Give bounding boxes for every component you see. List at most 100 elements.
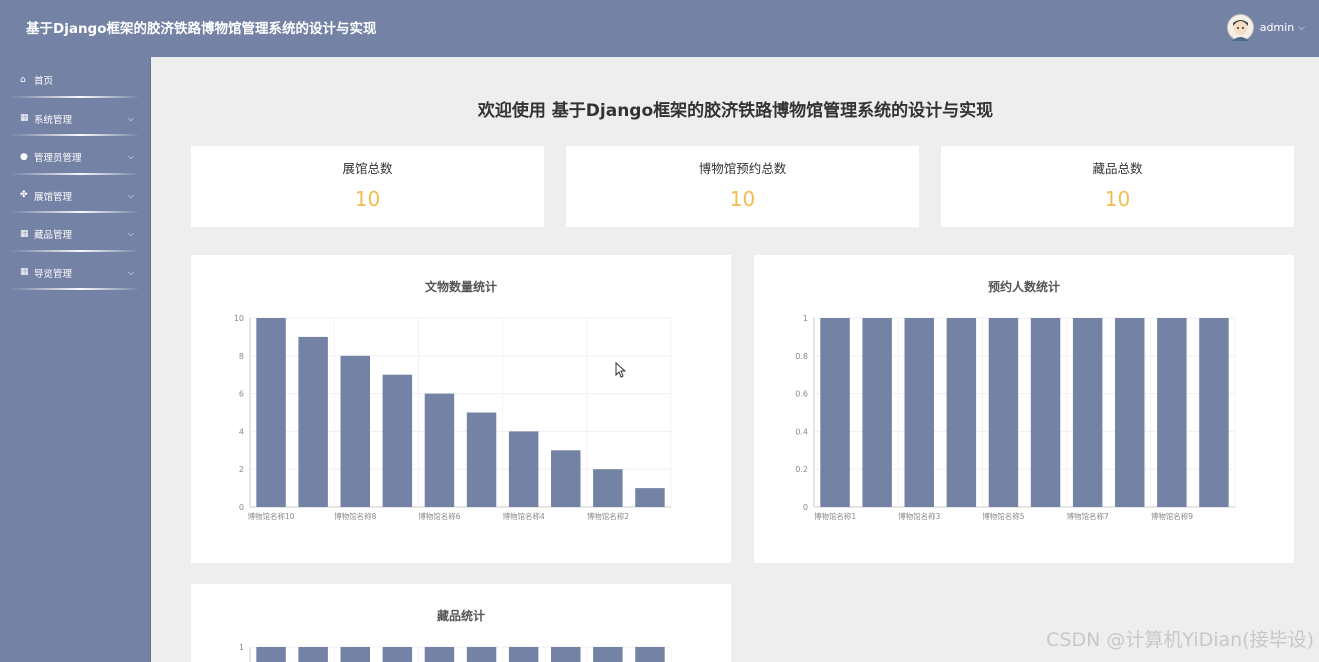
bar	[256, 647, 286, 662]
sidebar-item-home[interactable]: ⌂ 首页	[0, 61, 150, 100]
sidebar-item-label: 管理员管理	[34, 153, 82, 165]
sidebar-item-label: 首页	[34, 76, 54, 88]
x-tick-label: 博物馆名称4	[503, 511, 545, 521]
chart-card-collections: 藏品统计 1	[191, 584, 731, 662]
bar	[424, 393, 455, 507]
stat-label: 展馆总数	[342, 161, 393, 176]
grid-icon: ▦	[20, 113, 29, 124]
x-tick-label: 博物馆名称10	[248, 511, 295, 521]
sidebar-item-admins[interactable]: ● 管理员管理 ⌵	[0, 138, 150, 177]
chevron-down-icon: ⌵	[127, 152, 134, 161]
chart-card-reservations: 预约人数统计 0 0.2 0.4 0.6 0.8 1 博物馆名称1 博物馆名称3 博物馆名称5 博…	[754, 255, 1294, 563]
bar	[466, 412, 497, 507]
bar	[424, 647, 455, 662]
bar	[551, 450, 581, 507]
avatar[interactable]	[1226, 14, 1254, 41]
y-tick-label: 8	[239, 352, 244, 361]
stat-card-halls: 展馆总数 10	[191, 146, 544, 227]
y-tick-label: 0.2	[795, 465, 808, 474]
stat-card-reservations: 博物馆预约总数 10	[566, 146, 919, 227]
chevron-down-icon: ⌵	[1298, 22, 1305, 33]
chart-card-artifacts: 文物数量统计 0 2 4 6 8 10 博物馆名称10 博物馆名称8 博物馆名称6 博物馆名称4 博…	[191, 255, 731, 563]
y-tick-label: 0.6	[795, 390, 808, 399]
apps-icon: ✤	[20, 190, 28, 201]
bar	[593, 469, 623, 507]
x-tick-label: 博物馆名称7	[1067, 511, 1109, 521]
x-tick-label: 博物馆名称5	[982, 511, 1024, 521]
bar	[298, 647, 328, 662]
y-tick-label: 0.4	[795, 427, 808, 436]
stat-value: 10	[729, 187, 756, 211]
chevron-down-icon: ⌵	[127, 229, 134, 238]
artifact-count-chart: 0 2 4 6 8 10 博物馆名称10 博物馆名称8 博物馆名称6 博物馆名称4 博物馆名称2	[234, 314, 672, 521]
stat-card-collections: 藏品总数 10	[941, 146, 1294, 227]
sidebar-item-system[interactable]: ▦ 系统管理 ⌵	[0, 100, 150, 139]
bar	[298, 336, 328, 507]
collection-chart: 1	[239, 643, 672, 662]
sidebar-item-label: 导览管理	[34, 268, 73, 280]
bar	[382, 647, 413, 662]
sidebar-item-collections[interactable]: ▦ 藏品管理 ⌵	[0, 215, 150, 254]
stat-value: 10	[1104, 187, 1131, 211]
y-tick-label: 4	[239, 427, 244, 436]
app-title: 基于Django框架的胶济铁路博物馆管理系统的设计与实现	[26, 21, 377, 37]
sidebar-item-label: 藏品管理	[34, 230, 73, 242]
chevron-down-icon: ⌵	[127, 267, 134, 277]
bar	[340, 355, 370, 507]
user-menu[interactable]: admin ⌵	[1226, 14, 1305, 41]
bar	[862, 318, 892, 507]
bar	[1199, 318, 1229, 507]
bar	[256, 318, 286, 507]
chevron-down-icon: ⌵	[127, 190, 134, 200]
bar	[466, 647, 497, 662]
x-tick-label: 博物馆名称8	[334, 511, 376, 521]
bar	[904, 318, 934, 507]
sidebar-item-label: 系统管理	[34, 114, 73, 126]
home-icon: ⌂	[20, 74, 26, 85]
stat-label: 藏品总数	[1092, 161, 1143, 176]
mouse-cursor-icon	[615, 362, 627, 378]
bar	[1115, 318, 1145, 507]
bar	[508, 647, 539, 662]
bar	[1072, 318, 1103, 507]
grid-icon: ▦	[20, 267, 29, 278]
chevron-down-icon: ⌵	[127, 113, 134, 123]
bar	[340, 647, 370, 662]
bar	[946, 318, 977, 507]
x-tick-label: 博物馆名称2	[587, 511, 629, 521]
sidebar: ⌂ 首页 ▦ 系统管理 ⌵ ● 管理员管理 ⌵ ✤ 展馆管理 ⌵ ▦ 藏品管理 …	[0, 57, 151, 662]
bar	[635, 647, 665, 662]
sidebar-item-label: 展馆管理	[34, 191, 73, 203]
page-title: 欢迎使用 基于Django框架的胶济铁路博物馆管理系统的设计与实现	[477, 101, 994, 121]
y-tick-label: 1	[803, 314, 808, 323]
x-tick-label: 博物馆名称1	[814, 511, 856, 521]
bar	[1030, 318, 1061, 507]
top-bar: 基于Django框架的胶济铁路博物馆管理系统的设计与实现 admin ⌵	[0, 0, 1319, 57]
stat-label: 博物馆预约总数	[698, 161, 787, 176]
bar	[988, 318, 1019, 507]
user-name: admin	[1259, 21, 1295, 34]
bar	[635, 488, 665, 507]
reservation-count-chart: 0 0.2 0.4 0.6 0.8 1 博物馆名称1 博物馆名称3 博物馆名称5 博物馆名称7 博物…	[795, 314, 1236, 521]
avatar-face-icon	[1231, 20, 1249, 41]
x-tick-label: 博物馆名称6	[418, 511, 460, 521]
y-tick-label: 1	[239, 643, 244, 652]
y-tick-label: 10	[234, 314, 244, 323]
bar	[1157, 318, 1187, 507]
stat-value: 10	[354, 187, 381, 211]
grid-icon: ▦	[20, 228, 29, 239]
watermark: CSDN @计算机YiDian(接毕设)	[1046, 629, 1314, 651]
bar	[382, 374, 413, 507]
y-tick-label: 2	[239, 465, 244, 474]
bar	[820, 318, 850, 507]
y-tick-label: 6	[239, 390, 244, 399]
y-tick-label: 0.8	[795, 352, 808, 361]
sidebar-item-halls[interactable]: ✤ 展馆管理 ⌵	[0, 177, 150, 216]
y-tick-label: 0	[803, 503, 808, 512]
x-tick-label: 博物馆名称9	[1151, 511, 1193, 521]
bar	[551, 647, 581, 662]
user-icon: ●	[20, 151, 28, 162]
sidebar-item-guide[interactable]: ▦ 导览管理 ⌵	[0, 254, 150, 293]
x-tick-label: 博物馆名称3	[898, 511, 940, 521]
bar	[508, 431, 539, 507]
